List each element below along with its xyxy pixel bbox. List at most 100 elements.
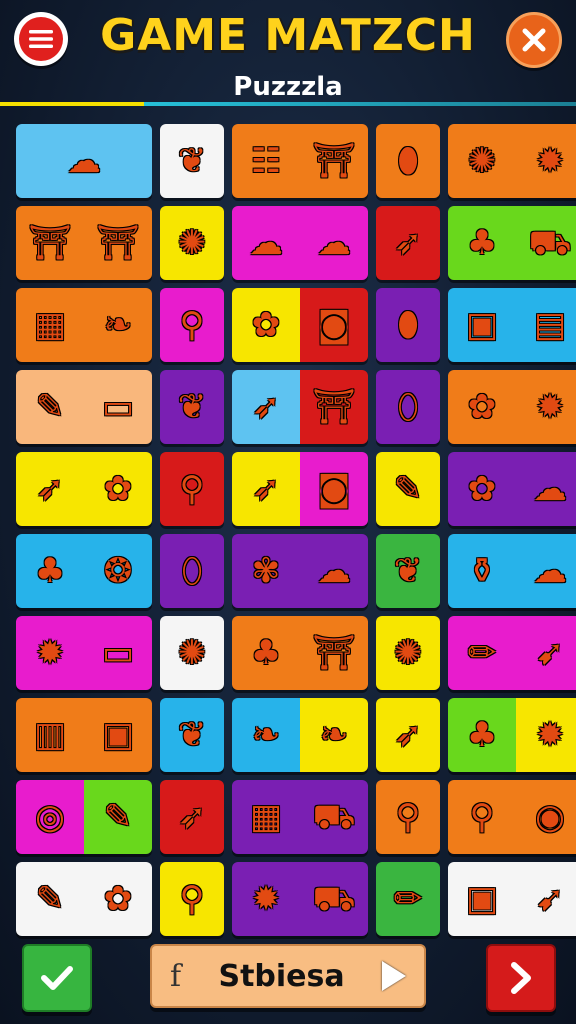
tile-r1-c2[interactable]: ❦ (160, 124, 224, 198)
calendar-icon: ▦ (249, 797, 283, 837)
cookie-icon: ✹ (535, 387, 565, 427)
tile-r4-c2[interactable]: ❦ (160, 370, 224, 444)
tile-r1-c5[interactable]: ✺ ✹ (448, 124, 576, 198)
tile-r3-c1[interactable]: ▦ ❧ (16, 288, 152, 362)
tile-r7-c3[interactable]: ♣ ⛩ (232, 616, 368, 690)
confirm-button[interactable] (22, 944, 92, 1012)
tile-r9-c2[interactable]: ➶ (160, 780, 224, 854)
crayon-icon: ✏ (467, 633, 497, 673)
facebook-icon: f (170, 958, 182, 994)
pencil-icon: ✎ (393, 469, 423, 509)
bush-icon: ✿ (103, 879, 133, 919)
tank-icon: ▤ (533, 305, 567, 345)
carrot-icon: ➶ (393, 223, 423, 263)
chevron-right-icon (511, 962, 531, 994)
tile-r3-c5[interactable]: ▣ ▤ (448, 288, 576, 362)
tile-r7-c5[interactable]: ✏ ➹ (448, 616, 576, 690)
cotton-candy-icon: ⬯ (181, 551, 203, 591)
tile-r6-c5[interactable]: ⚱ ☁ (448, 534, 576, 608)
tree-icon: ♣ (250, 633, 282, 673)
bush-icon: ✿ (251, 305, 281, 345)
tile-r5-c5[interactable]: ✿ ☁ (448, 452, 576, 526)
cloud-icon: ☁ (67, 141, 101, 181)
tile-r5-c1[interactable]: ➶ ✿ (16, 452, 152, 526)
tile-r8-c3[interactable]: ❧ ❧ (232, 698, 368, 772)
carrot-icon: ➶ (251, 387, 281, 427)
radio-icon: ◙ (317, 469, 351, 509)
tile-r8-c4[interactable]: ➶ (376, 698, 440, 772)
leaf-icon: ❧ (103, 305, 133, 345)
bush-icon: ✿ (103, 469, 133, 509)
paddle-icon: ⚲ (179, 305, 205, 345)
tile-r9-c1[interactable]: ◎ ✎ (16, 780, 152, 854)
battery-icon: ▭ (101, 633, 135, 673)
truck-icon: ⛟ (312, 797, 356, 837)
cloud-icon: ☁ (249, 223, 283, 263)
tile-r9-c4[interactable]: ⚲ (376, 780, 440, 854)
tile-r8-c1[interactable]: ▥ ▣ (16, 698, 152, 772)
eggplant-icon: ❦ (177, 141, 207, 181)
tile-r10-c2[interactable]: ⚲ (160, 862, 224, 936)
play-icon (381, 961, 406, 991)
tile-r2-c4[interactable]: ➶ (376, 206, 440, 280)
tile-r6-c4[interactable]: ❦ (376, 534, 440, 608)
rocket-icon: ➹ (535, 633, 565, 673)
cloud-icon: ☁ (533, 469, 567, 509)
temple-icon: ⛩ (28, 223, 72, 263)
temple-icon: ⛩ (312, 633, 356, 673)
tile-r10-c5[interactable]: ▣ ➹ (448, 862, 576, 936)
tile-r4-c4[interactable]: ⬯ (376, 370, 440, 444)
tile-r2-c1[interactable]: ⛩ ⛩ (16, 206, 152, 280)
orange-blob-icon: ✺ (467, 141, 497, 181)
tile-board: ☁ ❦ ☷ ⛩ ⬮ ✺ ✹ ⛩ ⛩ ✺ ☁ ☁ ➶ ♣ ⛟ ▦ ❧ ⚲ ✿ ◙ ⬮ ▣ ▤ ✎ ▭ ❦ ➶ ⛩ ⬯ ✿ ✹ ➶ ✿ ⚲ ➶ ◙ ✎ ✿ ☁ ♣… (0, 0, 576, 1024)
tile-r1-c3[interactable]: ☷ ⛩ (232, 124, 368, 198)
tile-r10-c4[interactable]: ✏ (376, 862, 440, 936)
tile-r2-c3[interactable]: ☁ ☁ (232, 206, 368, 280)
tile-r1-c1[interactable]: ☁ (16, 124, 152, 198)
cloud-icon: ☁ (317, 551, 351, 591)
tile-r3-c2[interactable]: ⚲ (160, 288, 224, 362)
ball-icon: ◉ (535, 797, 565, 837)
tile-r4-c5[interactable]: ✿ ✹ (448, 370, 576, 444)
tile-r3-c3[interactable]: ✿ ◙ (232, 288, 368, 362)
tile-r6-c1[interactable]: ♣ ❂ (16, 534, 152, 608)
next-button[interactable] (486, 944, 556, 1012)
cookie-icon: ✹ (35, 633, 65, 673)
tile-r5-c2[interactable]: ⚲ (160, 452, 224, 526)
tile-r9-c3[interactable]: ▦ ⛟ (232, 780, 368, 854)
sheep-icon: ☁ (317, 223, 351, 263)
cloud-icon: ☁ (533, 551, 567, 591)
tile-r4-c3[interactable]: ➶ ⛩ (232, 370, 368, 444)
tile-r7-c4[interactable]: ✺ (376, 616, 440, 690)
eggplant-icon: ❦ (177, 387, 207, 427)
tile-r6-c2[interactable]: ⬯ (160, 534, 224, 608)
tile-r1-c4[interactable]: ⬮ (376, 124, 440, 198)
tile-r6-c3[interactable]: ✾ ☁ (232, 534, 368, 608)
calendar-icon: ▦ (33, 305, 67, 345)
tile-r5-c3[interactable]: ➶ ◙ (232, 452, 368, 526)
tile-r3-c4[interactable]: ⬮ (376, 288, 440, 362)
tile-r8-c2[interactable]: ❦ (160, 698, 224, 772)
tile-r8-c5[interactable]: ♣ ✹ (448, 698, 576, 772)
tile-r9-c5[interactable]: ⚲ ◉ (448, 780, 576, 854)
tile-r7-c1[interactable]: ✹ ▭ (16, 616, 152, 690)
tile-r2-c2[interactable]: ✺ (160, 206, 224, 280)
paddle-icon: ⚲ (179, 469, 205, 509)
tile-r7-c2[interactable]: ✺ (160, 616, 224, 690)
share-button[interactable]: f Stbiesa (150, 944, 426, 1008)
pencil-icon: ✎ (35, 387, 65, 427)
spiral-icon: ◎ (35, 797, 65, 837)
tile-r10-c1[interactable]: ✎ ✿ (16, 862, 152, 936)
tile-r2-c5[interactable]: ♣ ⛟ (448, 206, 576, 280)
tile-r4-c1[interactable]: ✎ ▭ (16, 370, 152, 444)
lemon-icon: ⬮ (397, 141, 419, 181)
lemon-icon: ⬮ (397, 305, 419, 345)
carrot-icon: ➶ (177, 797, 207, 837)
phone-icon: ▣ (101, 715, 135, 755)
tile-r5-c4[interactable]: ✎ (376, 452, 440, 526)
leaf-icon: ❧ (251, 715, 281, 755)
eggplant-icon: ❦ (393, 551, 423, 591)
tile-r10-c3[interactable]: ✹ ⛟ (232, 862, 368, 936)
phone-icon: ▣ (465, 305, 499, 345)
bubble-icon: ❂ (103, 551, 133, 591)
